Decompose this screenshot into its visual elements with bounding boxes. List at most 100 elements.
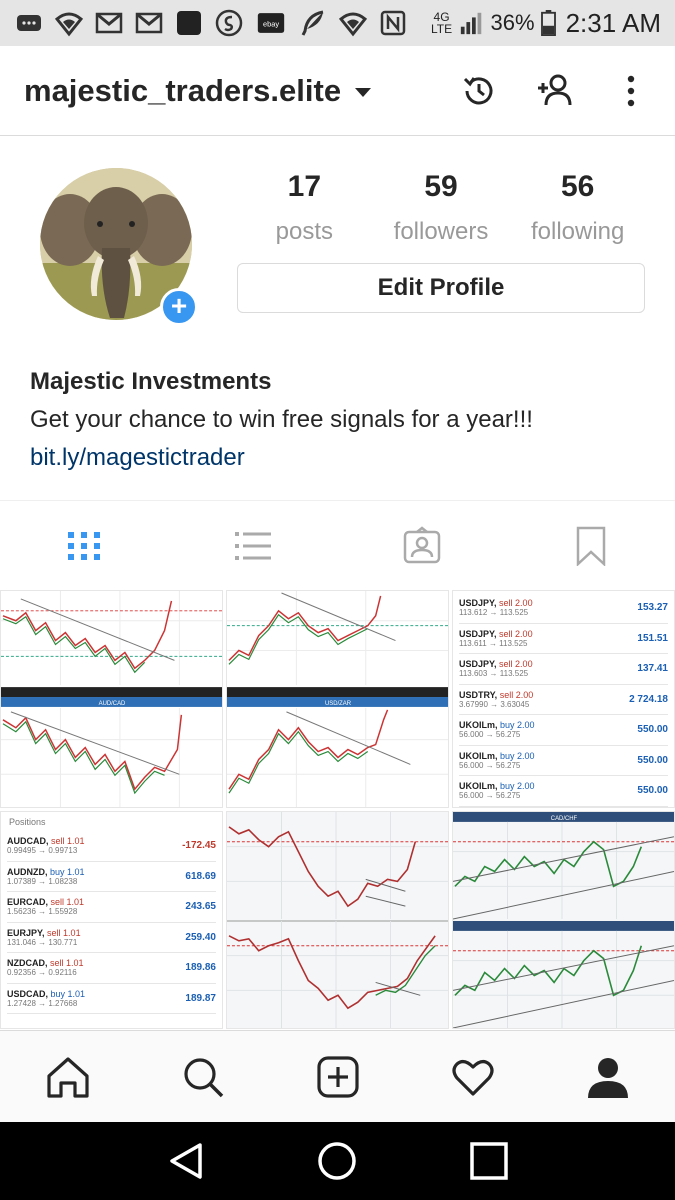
message-icon (14, 8, 44, 38)
trade-info: NZDCAD, sell 1.01 0.92356 → 0.92116 (7, 958, 84, 977)
search-icon (183, 1057, 223, 1097)
trade-row: USDJPY, sell 2.00 113.612 → 113.525 153.27 (459, 593, 668, 624)
more-vertical-icon[interactable] (611, 71, 651, 111)
trade-prices: 1.07389 → 1.08238 (7, 876, 78, 886)
following-label: following (530, 218, 625, 245)
trade-action: buy 2.00 (500, 781, 535, 792)
trade-row: EURJPY, sell 1.01 131.046 → 130.771 259.40 (7, 923, 216, 953)
ebay-label: ebay (263, 19, 279, 28)
trade-prices: 56.000 → 56.275 (459, 730, 521, 740)
back-icon[interactable] (164, 1139, 208, 1183)
posts-count: 17 (287, 170, 322, 203)
trade-row: USDJPY, sell 2.00 113.603 → 113.525 137.41 (459, 654, 668, 685)
activity-heart-icon (451, 1059, 494, 1096)
trade-profit: 189.87 (185, 992, 216, 1004)
posts-grid: AUD/CAD USD/ZAR USDJPY, sell 2.00 113.61… (0, 590, 675, 1030)
trade-symbol-line: NZDCAD, sell 1.01 (7, 958, 84, 968)
positions-list-image: Positions AUDCAD, sell 1.01 0.99495 → 0.9… (1, 812, 222, 1028)
stat-following[interactable]: 56 following (509, 170, 646, 246)
trade-prices: 113.611 → 113.525 (459, 638, 528, 648)
stat-followers[interactable]: 59 followers (373, 170, 510, 246)
recents-icon[interactable] (467, 1139, 511, 1183)
posts-label: posts (275, 218, 334, 245)
tab-saved[interactable] (506, 501, 675, 591)
post-thumbnail[interactable] (226, 811, 449, 1029)
trade-row: NZDCAD, sell 1.01 0.92356 → 0.92116 189.86 (7, 953, 216, 984)
trade-symbol-line: USDJPY, sell 2.00 (459, 659, 533, 669)
positions-header: Positions (9, 817, 46, 827)
bio-section: Majestic Investments Get your chance to … (30, 368, 650, 472)
trade-row: AUDNZD, buy 1.01 1.07389 → 1.08238 618.69 (7, 862, 216, 892)
trade-profit: 550.00 (637, 724, 668, 736)
gmail-icon (134, 8, 164, 38)
trade-row: UKOILm, buy 2.00 56.000 → 56.275 550.00 (459, 715, 668, 746)
trade-symbol: UKOILm, (459, 750, 498, 761)
account-switcher-username[interactable]: majestic_traders.elite (24, 73, 341, 109)
tab-grid[interactable] (0, 501, 169, 591)
forex-chart-image: CAD/CHF (453, 812, 674, 1028)
battery-percent: 36% (490, 10, 535, 35)
trade-prices: 0.99495 → 0.99713 (7, 846, 78, 856)
post-thumbnail[interactable]: USDJPY, sell 2.00 113.612 → 113.525 153.27… (452, 590, 675, 808)
nav-activity[interactable] (405, 1031, 540, 1123)
gmail-icon (94, 8, 124, 38)
trade-symbol-line: EURJPY, sell 1.01 (7, 928, 81, 938)
trade-symbol: AUDCAD, (7, 836, 49, 847)
chart-title-usdzar: USD/ZAR (325, 701, 352, 707)
post-thumbnail[interactable]: AUD/CAD (0, 590, 223, 808)
trade-profit: 550.00 (637, 754, 668, 766)
trade-action: sell 1.01 (47, 927, 81, 938)
post-thumbnail[interactable]: Positions AUDCAD, sell 1.01 0.99495 → 0.9… (0, 811, 223, 1029)
trade-action: buy 1.01 (50, 988, 86, 999)
bio-display-name: Majestic Investments (30, 368, 272, 395)
trade-info: EURCAD, sell 1.01 1.56236 → 1.55928 (7, 897, 84, 916)
trade-symbol: UKOILm, (459, 781, 498, 792)
trade-row: USDCAD, buy 1.01 1.27428 → 1.27668 189.87 (7, 984, 216, 1014)
edit-profile-button[interactable]: Edit Profile (237, 263, 645, 313)
trade-row: UKOILm, buy 2.00 56.000 → 56.275 550.00 (459, 776, 668, 807)
bio-text: Get your chance to win free signals for … (30, 406, 533, 433)
trade-symbol-line: UKOILm, buy 2.00 (459, 751, 535, 761)
trade-action: buy 2.00 (500, 720, 535, 731)
trade-info: USDTRY, sell 2.00 3.67990 → 3.63045 (459, 690, 533, 709)
post-thumbnail[interactable]: CAD/CHF (452, 811, 675, 1029)
network-indicator: 4G LTE (430, 10, 453, 36)
nav-profile[interactable] (540, 1031, 675, 1123)
add-person-icon[interactable] (535, 71, 575, 111)
stat-posts[interactable]: 17 posts (236, 170, 373, 246)
trade-profit: -172.45 (182, 840, 216, 852)
trade-profit: 189.86 (185, 962, 216, 974)
chevron-down-icon[interactable] (355, 88, 372, 97)
profile-tabs (0, 500, 675, 590)
trade-profit: 243.65 (185, 901, 216, 913)
tab-tagged[interactable] (338, 501, 507, 591)
add-story-button[interactable]: + (160, 288, 198, 326)
trade-profit: 550.00 (637, 785, 668, 797)
trade-prices: 1.56236 → 1.55928 (7, 907, 78, 917)
trade-info: UKOILm, buy 2.00 56.000 → 56.275 (459, 751, 535, 770)
trade-symbol: EURJPY, (7, 927, 45, 938)
bio-link[interactable]: bit.ly/magestictrader (30, 444, 650, 472)
header-actions (459, 71, 651, 111)
trade-profit: 151.51 (637, 632, 668, 644)
tab-list[interactable] (169, 501, 338, 591)
list-icon (235, 531, 272, 560)
trade-info: USDJPY, sell 2.00 113.611 → 113.525 (459, 629, 533, 648)
nav-new-post[interactable] (270, 1031, 405, 1123)
trade-symbol-line: UKOILm, buy 2.00 (459, 781, 535, 791)
trade-prices: 0.92356 → 0.92116 (7, 968, 77, 978)
trade-symbol: USDTRY, (459, 689, 498, 700)
nav-search[interactable] (135, 1031, 270, 1123)
avatar-container[interactable]: + (40, 168, 198, 326)
chart-title-cadchf: CAD/CHF (551, 816, 578, 822)
forex-chart-image (227, 812, 448, 1028)
trade-symbol-line: USDJPY, sell 2.00 (459, 629, 533, 639)
trade-profit: 2 724.18 (629, 693, 668, 705)
history-icon[interactable] (459, 71, 499, 111)
nav-home[interactable] (0, 1031, 135, 1123)
post-thumbnail[interactable]: USD/ZAR (226, 590, 449, 808)
trade-info: UKOILm, buy 2.00 56.000 → 56.275 (459, 781, 535, 800)
trade-symbol: NZDCAD, (7, 958, 48, 969)
home-circle-icon[interactable] (315, 1139, 359, 1183)
trade-profit: 618.69 (185, 870, 216, 882)
